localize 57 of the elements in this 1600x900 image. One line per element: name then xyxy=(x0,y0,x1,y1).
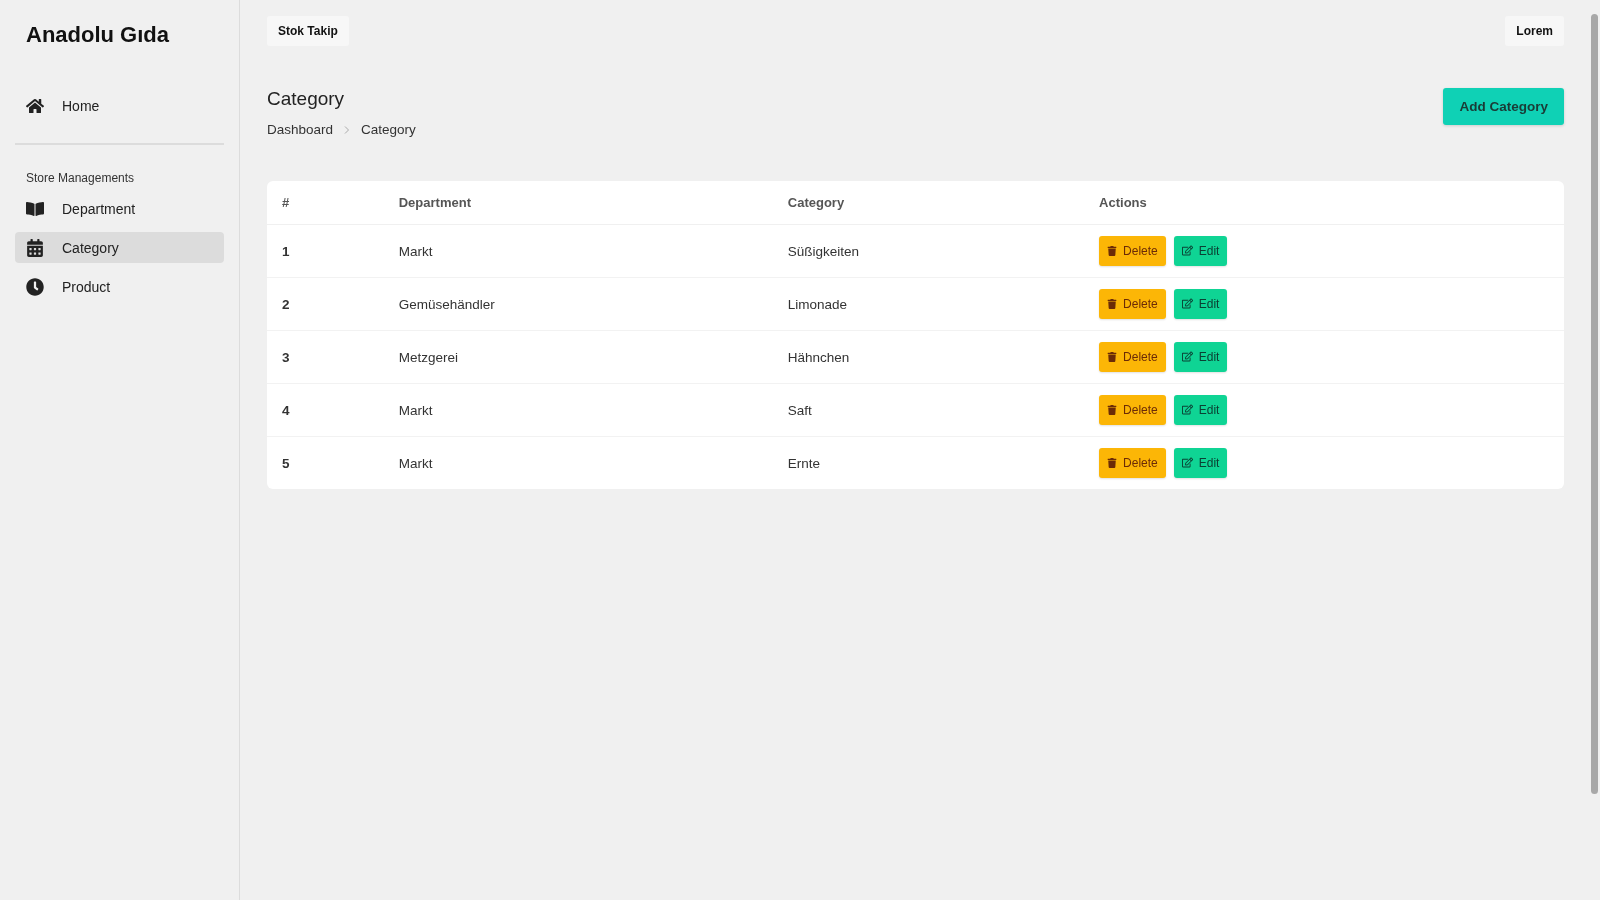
edit-icon xyxy=(1181,298,1193,310)
scrollbar[interactable] xyxy=(1590,14,1598,794)
app-button[interactable]: Stok Takip xyxy=(267,16,349,46)
sidebar-item[interactable]: Home xyxy=(15,90,224,121)
table-cell: 5 xyxy=(267,436,384,489)
edit-icon xyxy=(1181,245,1193,257)
breadcrumb-link[interactable]: Category xyxy=(361,122,416,137)
column-header: Category xyxy=(772,181,1085,225)
edit-button[interactable]: Edit xyxy=(1173,394,1228,425)
table-cell: Markt xyxy=(383,436,773,489)
table-cell: Hähnchen xyxy=(772,330,1085,384)
home-icon xyxy=(26,96,44,115)
trash-icon xyxy=(1107,405,1118,416)
trash-icon xyxy=(1107,246,1118,257)
brand-title: Anadolu Gıda xyxy=(25,21,170,48)
trash-icon xyxy=(1107,458,1118,469)
delete-button[interactable]: Delete xyxy=(1099,448,1166,479)
sidebar-item[interactable]: Department xyxy=(15,193,224,224)
trash-icon xyxy=(1107,352,1118,363)
breadcrumb-link[interactable]: Dashboard xyxy=(267,122,334,137)
sidebar-item[interactable]: Product xyxy=(15,271,224,302)
edit-icon xyxy=(1181,457,1193,469)
calendar-icon xyxy=(26,238,44,257)
delete-button[interactable]: Delete xyxy=(1099,236,1166,267)
edit-button[interactable]: Edit xyxy=(1173,235,1228,266)
edit-button[interactable]: Edit xyxy=(1173,447,1228,478)
user-button[interactable]: Lorem xyxy=(1505,16,1564,46)
chevron-icon xyxy=(343,125,352,134)
delete-button[interactable]: Delete xyxy=(1099,342,1166,373)
table-cell: Metzgerei xyxy=(383,330,773,384)
table-cell: Saft xyxy=(772,383,1085,437)
column-header: Department xyxy=(383,181,773,225)
table-cell: Markt xyxy=(383,383,773,437)
delete-button[interactable]: Delete xyxy=(1099,395,1166,426)
edit-button[interactable]: Edit xyxy=(1173,288,1228,319)
table-cell: Gemüsehändler xyxy=(383,277,773,331)
sidebar-item[interactable]: Category xyxy=(15,232,224,263)
edit-button[interactable]: Edit xyxy=(1173,341,1228,372)
delete-button[interactable]: Delete xyxy=(1099,289,1166,320)
table-cell: 2 xyxy=(267,277,384,331)
table-cell: 1 xyxy=(267,224,384,278)
table-cell: Süßigkeiten xyxy=(772,224,1085,278)
edit-icon xyxy=(1181,404,1193,416)
section-title: Store Managements xyxy=(25,171,136,185)
page-title: Category xyxy=(267,88,346,110)
edit-icon xyxy=(1181,351,1193,363)
clock-icon xyxy=(26,277,44,296)
table-cell: 3 xyxy=(267,330,384,384)
trash-icon xyxy=(1107,299,1118,310)
column-header: Actions xyxy=(1084,181,1564,225)
table-cell: Ernte xyxy=(772,436,1085,489)
column-header: # xyxy=(267,181,384,225)
add-category-button[interactable]: Add Category xyxy=(1443,88,1564,125)
book-icon xyxy=(26,199,44,218)
table-cell: 4 xyxy=(267,383,384,437)
table-cell: Markt xyxy=(383,224,773,278)
table-cell: Limonade xyxy=(772,277,1085,331)
